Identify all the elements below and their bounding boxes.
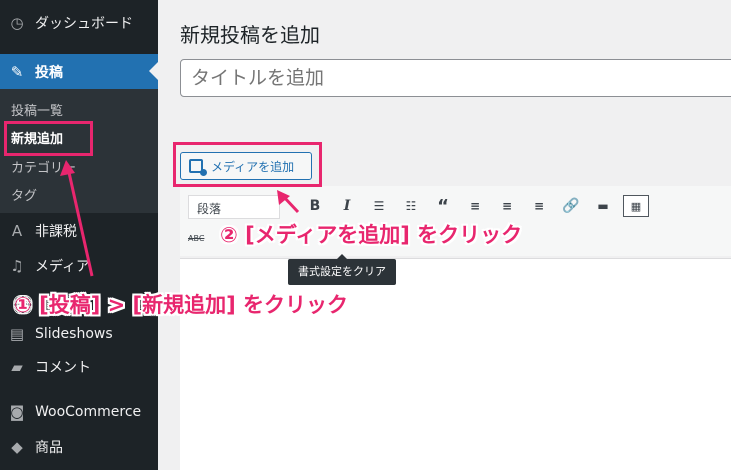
italic-icon[interactable]: I xyxy=(336,195,358,217)
pin-icon: ✎ xyxy=(10,62,24,81)
box-icon: ◆ xyxy=(11,438,23,456)
align-right-icon[interactable]: ≡ xyxy=(528,195,550,217)
sidebar-item-posts[interactable]: ✎ 投稿 xyxy=(0,54,158,89)
sidebar-item-tax-exempt[interactable]: A 非課税 xyxy=(0,216,158,246)
sidebar-item-label: コメント xyxy=(35,360,91,376)
sidebar-item-label: Slideshows xyxy=(35,326,113,342)
numbered-list-icon[interactable]: ☷ xyxy=(400,195,422,217)
sidebar-item-dashboard[interactable]: ◷ ダッシュボード xyxy=(0,6,158,40)
submenu-item-all-posts[interactable]: 投稿一覧 xyxy=(11,100,63,119)
dashboard-icon: ◷ xyxy=(10,14,24,32)
sidebar-item-slideshows[interactable]: ▤ Slideshows xyxy=(0,319,158,349)
step2-callout: ② [メディアを追加] をクリック xyxy=(220,223,523,247)
highlight-add-new xyxy=(4,121,93,156)
blockquote-icon[interactable]: “ xyxy=(432,195,454,217)
submenu-item-categories[interactable]: カテゴリー xyxy=(11,157,76,176)
post-title-input[interactable] xyxy=(180,59,731,97)
step1-callout: ① [投稿] > [新規追加] をクリック xyxy=(14,293,349,317)
sidebar-item-label: WooCommerce xyxy=(35,404,142,420)
sidebar-item-label: メディア xyxy=(35,259,91,275)
sidebar-item-label: 投稿 xyxy=(35,64,63,81)
submenu-item-tags[interactable]: タグ xyxy=(11,185,37,204)
comment-icon: ▰ xyxy=(11,358,23,376)
sidebar-item-comments[interactable]: ▰ コメント xyxy=(0,352,158,382)
align-center-icon[interactable]: ≡ xyxy=(496,195,518,217)
media-icon: ♫ xyxy=(10,257,24,275)
sidebar-item-label: ダッシュボード xyxy=(35,16,133,32)
clear-format-tooltip: 書式設定をクリア xyxy=(288,254,396,285)
sidebar-item-woocommerce[interactable]: ◙ WooCommerce xyxy=(0,397,158,427)
format-select[interactable]: 段落 xyxy=(188,195,280,219)
admin-sidebar: ◷ ダッシュボード ✎ 投稿 投稿一覧 新規追加 カテゴリー タグ A 非課税 … xyxy=(0,0,158,470)
sidebar-item-products[interactable]: ◆ 商品 xyxy=(0,432,158,462)
active-indicator xyxy=(149,62,158,80)
link-icon[interactable]: 🔗 xyxy=(560,195,582,217)
slideshow-icon: ▤ xyxy=(9,325,25,343)
page-title: 新規投稿を追加 xyxy=(180,23,320,47)
bullet-list-icon[interactable]: ☰ xyxy=(368,195,390,217)
a-badge-icon: A xyxy=(11,222,23,240)
read-more-icon[interactable]: ▬ xyxy=(592,195,614,217)
highlight-add-media xyxy=(173,142,322,187)
strikethrough-icon[interactable]: ABC xyxy=(188,234,204,243)
toolbar-toggle-icon[interactable]: ▦ xyxy=(623,195,649,217)
sidebar-item-label: 非課税 xyxy=(35,224,77,240)
sidebar-item-label: 商品 xyxy=(35,440,63,456)
sidebar-item-media[interactable]: ♫ メディア xyxy=(0,251,158,281)
align-left-icon[interactable]: ≡ xyxy=(464,195,486,217)
woocommerce-icon: ◙ xyxy=(9,403,25,421)
bold-icon[interactable]: B xyxy=(304,195,326,217)
